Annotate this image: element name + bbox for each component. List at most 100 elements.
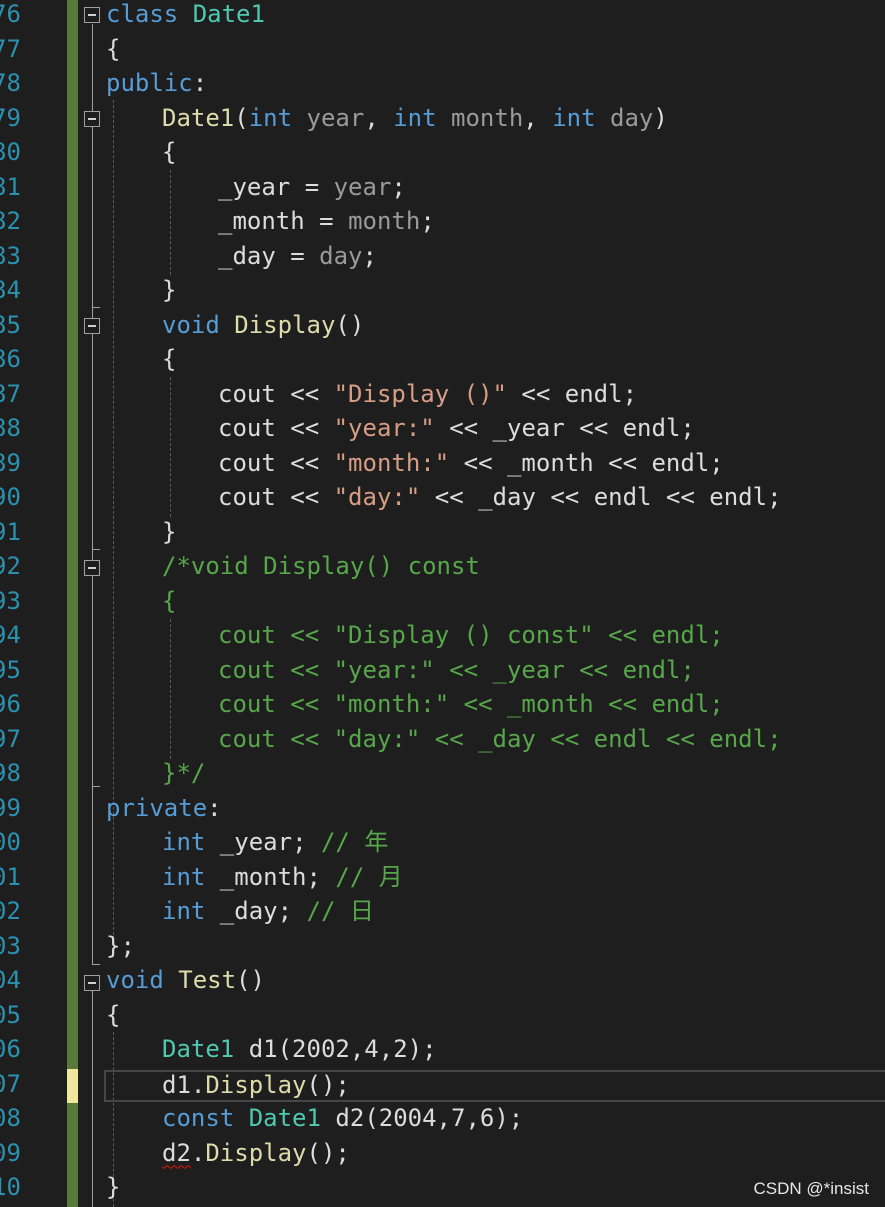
line-number: 00	[0, 828, 21, 856]
collapse-display-icon[interactable]	[84, 318, 100, 334]
code-line-82[interactable]: _month = month;	[218, 204, 435, 239]
code-line-80[interactable]: {	[162, 135, 176, 170]
code-line-76[interactable]: class Date1	[106, 0, 265, 32]
comma: ,	[523, 103, 553, 132]
line-number: 77	[0, 34, 21, 63]
fold-end-tick	[92, 964, 100, 965]
type: int	[162, 897, 206, 925]
line-number: 89	[0, 448, 21, 477]
line-number: 01	[0, 862, 21, 891]
semicolon: ;	[362, 241, 377, 270]
type: int	[552, 103, 596, 132]
line-number: 83	[0, 241, 21, 270]
collapse-comment-icon[interactable]	[84, 560, 100, 576]
param: day	[319, 241, 363, 270]
code-line-90[interactable]: cout << "day:" << _day << endl << endl;	[218, 480, 782, 515]
type: int	[248, 103, 293, 132]
arguments: (2002,4,2);	[277, 1035, 437, 1063]
line-number: 76	[0, 0, 21, 28]
line-number: 96	[0, 690, 21, 718]
line-number-gutter: 76 77 78 79 80 81 82 83 84 85 86 87 88 89 90 91 92 93 94 95…	[0, 0, 66, 1207]
code-line-103[interactable]: };	[106, 929, 135, 964]
code-line-87[interactable]: cout << "Display ()" << endl;	[218, 377, 637, 412]
line-number: 88	[0, 414, 21, 442]
code-line-91[interactable]: }	[162, 515, 176, 550]
line-number: 92	[0, 552, 21, 580]
type: int	[162, 828, 206, 856]
parens: ()	[335, 310, 365, 339]
statement: << _day << endl << endl;	[420, 483, 782, 511]
constructor-name: Date1	[162, 103, 235, 132]
member: _month	[218, 207, 305, 235]
code-line-83[interactable]: _day = day;	[218, 239, 377, 274]
comma: ,	[364, 103, 394, 132]
line-number: 98	[0, 759, 21, 787]
code-line-94[interactable]: cout << "Display () const" << endl;	[218, 618, 724, 653]
code-line-86[interactable]: {	[162, 342, 176, 377]
paren: (	[234, 103, 249, 132]
semicolon: ;	[420, 207, 435, 235]
code-line-79[interactable]: Date1(int year, int month, int day)	[162, 101, 668, 136]
code-line-92[interactable]: /*void Display() const	[162, 549, 480, 584]
line-number: 84	[0, 276, 21, 304]
code-line-100[interactable]: int _year; // 年	[162, 825, 388, 860]
brace: }	[162, 517, 177, 546]
statement: cout <<	[218, 414, 334, 442]
line-number: 07	[0, 1069, 21, 1098]
code-line-77[interactable]: {	[106, 32, 120, 67]
code-editor[interactable]: 76 77 78 79 80 81 82 83 84 85 86 87 88 89 90 91 92 93 94 95…	[0, 0, 885, 1207]
semicolon: ;	[277, 897, 293, 925]
code-line-99[interactable]: private:	[106, 791, 222, 826]
code-line-106[interactable]: Date1 d1(2002,4,2);	[162, 1032, 437, 1067]
code-line-105[interactable]: {	[106, 998, 120, 1033]
code-line-93[interactable]: {	[162, 584, 176, 619]
access-specifier: private	[106, 793, 208, 822]
code-line-78[interactable]: public:	[106, 66, 207, 101]
code-line-102[interactable]: int _day; // 日	[162, 894, 374, 929]
collapse-constructor-icon[interactable]	[84, 111, 100, 127]
type: int	[393, 103, 437, 132]
code-line-98[interactable]: }*/	[162, 756, 205, 791]
code-line-101[interactable]: int _month; // 月	[162, 860, 403, 895]
line-number: 06	[0, 1035, 21, 1063]
dot: .	[190, 1070, 206, 1099]
fold-outline-test	[92, 991, 93, 1207]
statement: cout <<	[218, 483, 334, 511]
code-line-89[interactable]: cout << "month:" << _month << endl;	[218, 446, 724, 481]
member: _year	[218, 172, 291, 201]
code-line-96[interactable]: cout << "month:" << _month << endl;	[218, 687, 724, 722]
code-line-88[interactable]: cout << "year:" << _year << endl;	[218, 411, 695, 446]
error-squiggle-variable[interactable]: d2	[162, 1139, 191, 1167]
code-line-95[interactable]: cout << "year:" << _year << endl;	[218, 653, 695, 688]
string-literal: "month:"	[333, 448, 450, 477]
param: day	[610, 103, 654, 132]
code-line-110[interactable]: }	[106, 1170, 120, 1205]
comment: // 日	[292, 897, 374, 925]
line-number: 94	[0, 621, 21, 649]
fold-end-tick	[92, 549, 100, 550]
code-line-85[interactable]: void Display()	[162, 308, 364, 343]
variable: d2	[335, 1104, 365, 1132]
param: month	[451, 103, 524, 132]
collapse-test-icon[interactable]	[84, 975, 100, 991]
code-line-84[interactable]: }	[162, 273, 176, 308]
code-line-109[interactable]: d2.Display();	[162, 1136, 350, 1171]
variable: d1	[162, 1070, 191, 1099]
string-literal: "day:"	[333, 483, 421, 511]
code-line-104[interactable]: void Test()	[106, 963, 265, 998]
string-literal: "Display ()"	[333, 379, 507, 408]
code-line-108[interactable]: const Date1 d2(2004,7,6);	[162, 1101, 523, 1136]
line-number: 91	[0, 517, 21, 546]
line-number: 85	[0, 310, 21, 339]
code-line-97[interactable]: cout << "day:" << _day << endl << endl;	[218, 722, 782, 757]
operator: =	[290, 172, 334, 201]
unsaved-change-marker	[67, 1069, 78, 1103]
line-number: 87	[0, 379, 21, 408]
line-number: 09	[0, 1138, 21, 1167]
code-line-107[interactable]: d1.Display();	[162, 1068, 350, 1103]
param: year	[333, 172, 392, 201]
code-line-81[interactable]: _year = year;	[218, 170, 406, 205]
line-number: 99	[0, 793, 21, 822]
call-args: ();	[306, 1070, 350, 1099]
collapse-class-icon[interactable]	[84, 7, 100, 23]
